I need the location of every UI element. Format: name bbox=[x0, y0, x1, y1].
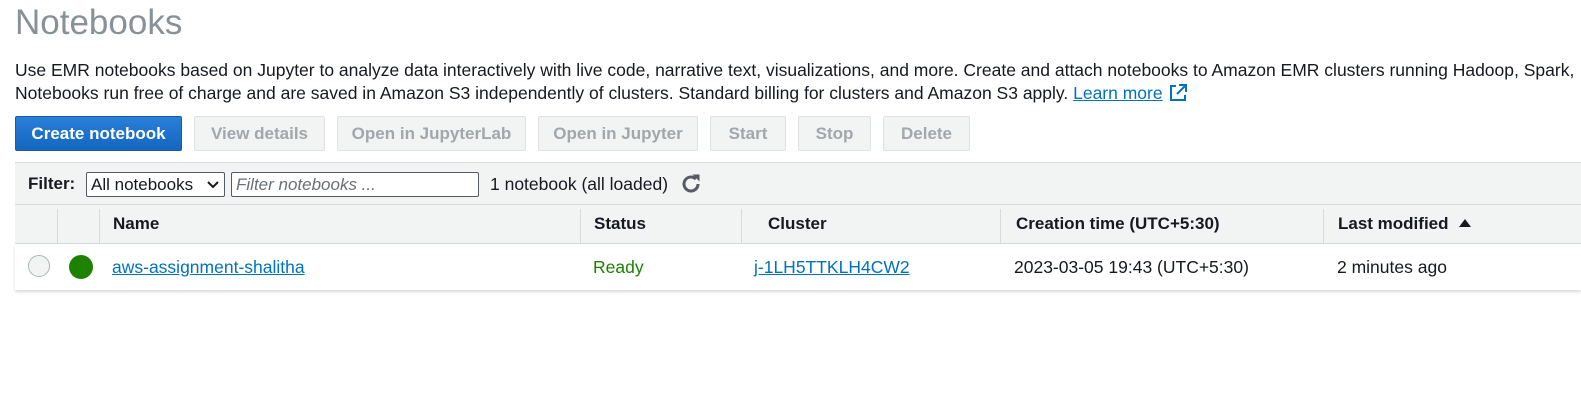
description-line-2-text: Notebooks run free of charge and are sav… bbox=[15, 82, 1069, 103]
start-button[interactable]: Start bbox=[710, 116, 786, 151]
column-divider bbox=[57, 209, 58, 243]
refresh-icon[interactable] bbox=[679, 172, 703, 196]
table-header: Name Status Cluster Creation time (UTC+5… bbox=[15, 205, 1581, 244]
cluster-link[interactable]: j-1LH5TTKLH4CW2 bbox=[754, 257, 910, 277]
view-details-button[interactable]: View details bbox=[194, 116, 325, 151]
external-link-icon[interactable] bbox=[1169, 83, 1187, 102]
column-divider bbox=[1323, 209, 1324, 243]
page: Notebooks Use EMR notebooks based on Jup… bbox=[0, 0, 1581, 419]
filter-select-value: All notebooks bbox=[91, 175, 194, 194]
status-indicator-icon bbox=[69, 255, 93, 279]
chevron-down-icon bbox=[207, 181, 219, 189]
notebook-count: 1 notebook (all loaded) bbox=[490, 174, 669, 194]
last-modified-cell: 2 minutes ago bbox=[1337, 257, 1447, 277]
page-description: Use EMR notebooks based on Jupyter to an… bbox=[15, 59, 1575, 104]
open-in-jupyterlab-button[interactable]: Open in JupyterLab bbox=[337, 116, 526, 151]
row-select-radio[interactable] bbox=[28, 255, 50, 277]
last-modified-label: Last modified bbox=[1338, 214, 1449, 233]
column-divider bbox=[99, 209, 100, 243]
delete-button[interactable]: Delete bbox=[883, 116, 970, 151]
sort-ascending-icon bbox=[1458, 219, 1471, 227]
page-title: Notebooks bbox=[15, 3, 183, 42]
filter-bar: Filter: All notebooks 1 notebook (all lo… bbox=[15, 162, 1581, 205]
description-line-2: Notebooks run free of charge and are sav… bbox=[15, 82, 1575, 105]
table-row[interactable]: aws-assignment-shalitha Ready j-1LH5TTKL… bbox=[15, 244, 1581, 290]
column-divider bbox=[580, 209, 581, 243]
create-notebook-button[interactable]: Create notebook bbox=[15, 116, 182, 151]
open-in-jupyter-button[interactable]: Open in Jupyter bbox=[538, 116, 698, 151]
notebook-filter-select[interactable]: All notebooks bbox=[86, 172, 225, 197]
column-header-name[interactable]: Name bbox=[113, 205, 159, 243]
stop-button[interactable]: Stop bbox=[798, 116, 871, 151]
filter-label: Filter: bbox=[28, 174, 76, 193]
status-cell: Ready bbox=[593, 257, 644, 277]
notebook-name-link[interactable]: aws-assignment-shalitha bbox=[112, 257, 305, 277]
column-divider bbox=[741, 209, 742, 243]
column-header-status[interactable]: Status bbox=[594, 205, 646, 243]
description-line-1: Use EMR notebooks based on Jupyter to an… bbox=[15, 60, 1575, 80]
column-divider bbox=[1000, 209, 1001, 243]
column-header-cluster[interactable]: Cluster bbox=[768, 205, 827, 243]
creation-time-cell: 2023-03-05 19:43 (UTC+5:30) bbox=[1014, 257, 1249, 277]
column-header-creation-time[interactable]: Creation time (UTC+5:30) bbox=[1016, 205, 1220, 243]
column-header-last-modified[interactable]: Last modified bbox=[1338, 205, 1471, 243]
filter-notebooks-input[interactable] bbox=[231, 172, 479, 197]
learn-more-link[interactable]: Learn more bbox=[1073, 83, 1163, 103]
